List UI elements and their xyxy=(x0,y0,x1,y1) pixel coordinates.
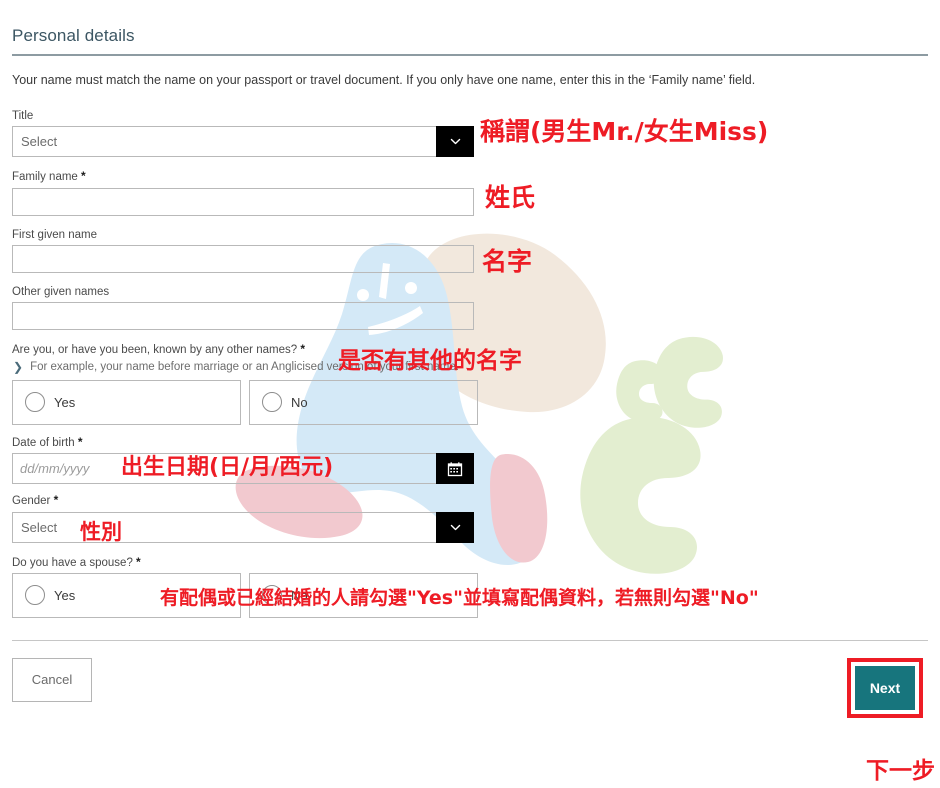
form-actions: Cancel Next xyxy=(12,641,928,718)
annotation-spouse: 有配偶或已經結婚的人請勾選"Yes"並填寫配偶資料，若無則勾選"No" xyxy=(160,587,759,609)
label-other-names-known-text: Are you, or have you been, known by any … xyxy=(12,344,298,357)
family-name-input[interactable] xyxy=(12,187,474,216)
label-date-of-birth: Date of birth * xyxy=(12,435,928,450)
annotation-other: 是否有其他的名字 xyxy=(338,348,522,374)
next-button-area: Next xyxy=(847,657,928,718)
date-picker-button[interactable] xyxy=(436,453,474,485)
intro-text: Your name must match the name on your pa… xyxy=(12,73,756,87)
label-other-given-names: Other given names xyxy=(12,286,110,298)
title-select-toggle[interactable] xyxy=(436,126,474,158)
field-gender: Gender * Select xyxy=(12,493,928,543)
label-first-given-name: First given name xyxy=(12,228,98,241)
radio-circle-icon[interactable] xyxy=(262,392,282,413)
other-given-names-input[interactable] xyxy=(12,302,474,331)
label-title: Title xyxy=(12,109,34,122)
label-family-name: Family name * xyxy=(12,169,928,184)
chevron-down-icon xyxy=(450,524,460,530)
annotation-next: 下一步 xyxy=(866,758,935,784)
other-names-radio-group: Yes No xyxy=(12,379,928,425)
radio-circle-icon[interactable] xyxy=(25,392,45,413)
gender-select-value[interactable]: Select xyxy=(12,511,436,543)
spouse-radio-yes-label: Yes xyxy=(54,587,76,603)
label-spouse: Do you have a spouse? * xyxy=(12,555,928,570)
other-names-radio-yes-label: Yes xyxy=(54,394,76,410)
chevron-right-icon: ❯ xyxy=(13,359,24,374)
label-date-of-birth-text: Date of birth xyxy=(12,436,75,449)
next-button-highlight: Next xyxy=(847,657,923,718)
required-asterisk: * xyxy=(81,169,86,184)
title-select[interactable]: Select xyxy=(12,126,474,158)
field-first-given-name: First given name xyxy=(12,228,928,273)
field-title: Title Select xyxy=(12,109,928,158)
cancel-button[interactable]: Cancel xyxy=(12,657,92,702)
label-gender-text: Gender xyxy=(12,495,51,508)
radio-circle-icon[interactable] xyxy=(25,585,45,606)
field-family-name: Family name * xyxy=(12,169,928,216)
required-asterisk: * xyxy=(300,342,305,357)
title-select-value[interactable]: Select xyxy=(12,126,436,158)
other-names-radio-no[interactable]: No xyxy=(249,379,478,425)
other-names-radio-no-label: No xyxy=(291,394,308,410)
annotation-first: 名字 xyxy=(482,247,533,276)
label-family-name-text: Family name xyxy=(12,171,78,184)
other-names-radio-yes[interactable]: Yes xyxy=(12,379,241,425)
annotation-dob: 出生日期(日/月/西元) xyxy=(121,455,334,480)
next-button[interactable]: Next xyxy=(855,665,915,710)
label-gender: Gender * xyxy=(12,493,928,508)
page-title: Personal details xyxy=(12,26,135,45)
first-given-name-input[interactable] xyxy=(12,245,474,273)
title-divider xyxy=(12,54,928,56)
field-other-given-names: Other given names xyxy=(12,285,928,331)
annotation-family: 姓氏 xyxy=(485,183,536,212)
label-spouse-text: Do you have a spouse? xyxy=(12,556,133,569)
required-asterisk: * xyxy=(53,493,59,508)
required-asterisk: * xyxy=(77,434,83,449)
calendar-icon xyxy=(447,461,463,476)
annotation-title: 稱謂(男生Mr./女生Miss) xyxy=(480,117,769,146)
gender-select-toggle[interactable] xyxy=(436,511,474,543)
annotation-gender: 性別 xyxy=(80,520,122,544)
required-asterisk: * xyxy=(136,554,141,569)
chevron-down-icon xyxy=(450,139,460,145)
